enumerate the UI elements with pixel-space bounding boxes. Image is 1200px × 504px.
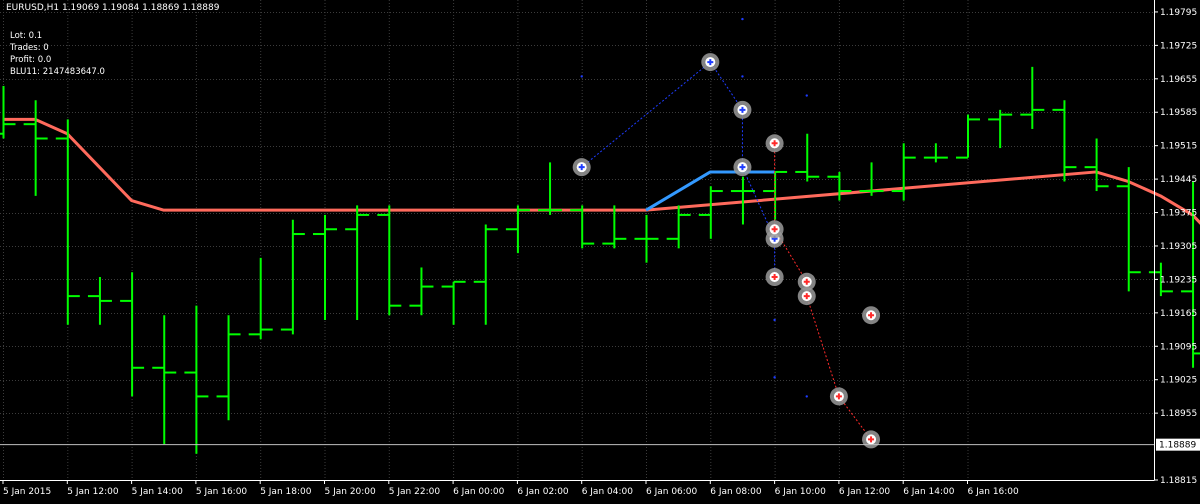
info-profit: Profit: 0.0 (10, 55, 52, 65)
x-tick-label: 6 Jan 10:00 (775, 487, 827, 497)
buy-signal-marker (733, 158, 752, 177)
x-tick-label: 5 Jan 2015 (3, 487, 51, 497)
x-tick-label: 6 Jan 02:00 (517, 487, 569, 497)
buy-signal-marker (733, 100, 752, 119)
y-tick-label: 1.18815 (1160, 476, 1197, 486)
sell-signal-marker (765, 134, 784, 153)
y-tick-label: 1.19725 (1160, 41, 1197, 51)
x-tick-label: 5 Jan 22:00 (389, 487, 441, 497)
price-chart[interactable]: 1.19795 1.19725 1.19655 1.19585 1.19515 1.194… (0, 0, 1200, 500)
x-tick-label: 6 Jan 00:00 (453, 487, 505, 497)
chart-area[interactable]: 1.19795 1.19725 1.19655 1.19585 1.19515 1.194… (0, 0, 1200, 500)
buy-signal-marker (572, 158, 591, 177)
x-tick-label: 6 Jan 14:00 (903, 487, 955, 497)
info-lot: Lot: 0.1 (10, 31, 43, 41)
y-tick-label: 1.18955 (1160, 409, 1197, 419)
sell-signal-marker (862, 430, 881, 449)
sell-signal-marker (765, 268, 784, 287)
y-tick-label: 1.19165 (1160, 309, 1197, 319)
x-tick-label: 5 Jan 14:00 (132, 487, 184, 497)
y-tick-label: 1.19095 (1160, 342, 1197, 352)
x-tick-label: 5 Jan 20:00 (325, 487, 377, 497)
sell-signal-marker (765, 220, 784, 239)
y-tick-label: 1.19235 (1160, 275, 1197, 285)
trade-dot (580, 75, 583, 78)
x-tick-label: 5 Jan 12:00 (67, 487, 119, 497)
y-tick-label: 1.19375 (1160, 209, 1197, 219)
y-tick-label: 1.19305 (1160, 242, 1197, 252)
sell-signal-marker (862, 306, 881, 325)
trade-dot (773, 376, 776, 379)
current-price-label: 1.18889 (1159, 441, 1196, 451)
y-tick-label: 1.19795 (1160, 8, 1197, 18)
x-tick-label: 6 Jan 06:00 (646, 487, 698, 497)
x-tick-label: 6 Jan 16:00 (968, 487, 1020, 497)
x-tick-label: 6 Jan 04:00 (582, 487, 634, 497)
x-tick-label: 6 Jan 12:00 (839, 487, 891, 497)
symbol-header: EURUSD,H1 1.19069 1.19084 1.18869 1.1888… (6, 3, 220, 13)
buy-signal-marker (701, 53, 720, 72)
trade-dot (741, 75, 744, 78)
y-tick-label: 1.19515 (1160, 142, 1197, 152)
y-tick-label: 1.19445 (1160, 175, 1197, 185)
x-tick-label: 5 Jan 16:00 (196, 487, 248, 497)
sell-signal-marker (829, 387, 848, 406)
y-tick-label: 1.19025 (1160, 376, 1197, 386)
x-tick-label: 5 Jan 18:00 (260, 487, 312, 497)
x-tick-label: 6 Jan 08:00 (710, 487, 762, 497)
info-blu11: BLU11: 2147483647.0 (10, 67, 105, 77)
trade-dot (773, 318, 776, 322)
info-trades: Trades: 0 (10, 43, 49, 53)
trade-dot (805, 395, 808, 398)
sell-signal-marker (797, 287, 816, 306)
y-tick-label: 1.19585 (1160, 108, 1197, 118)
y-tick-label: 1.19655 (1160, 75, 1197, 85)
trade-dot (741, 17, 744, 21)
trade-dot (805, 94, 808, 97)
info-panel: Lot: 0.1 Trades: 0 Profit: 0.0 BLU11: 21… (10, 30, 105, 78)
